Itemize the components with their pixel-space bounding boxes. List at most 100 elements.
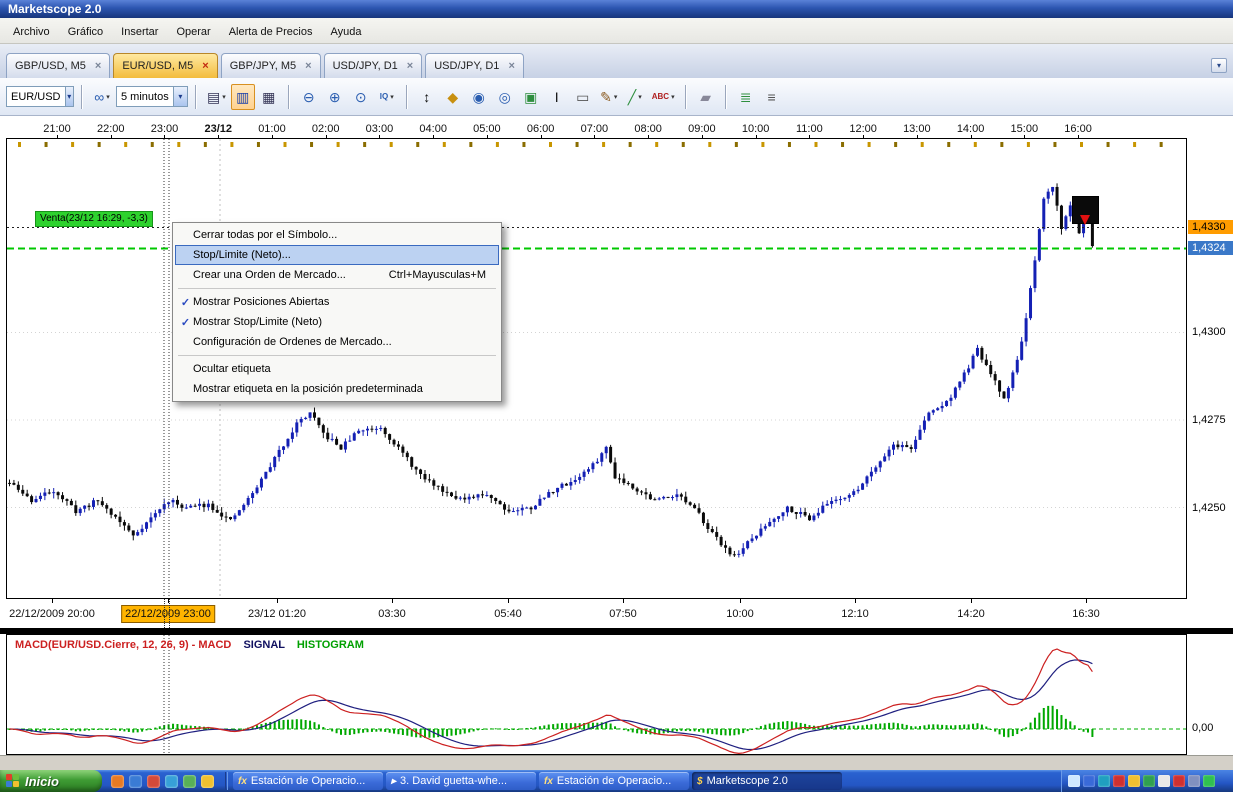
candlestick-view-button[interactable]: ▥ xyxy=(231,84,255,110)
menu-archivo[interactable]: Archivo xyxy=(4,22,59,42)
tab-close-icon[interactable]: × xyxy=(95,61,101,72)
quick-launch-icon-2[interactable] xyxy=(129,775,142,788)
menu-ayuda[interactable]: Ayuda xyxy=(321,22,370,42)
tab-label: USD/JPY, D1 xyxy=(333,60,398,72)
tab-close-icon[interactable]: × xyxy=(202,61,208,72)
web-button[interactable]: ◉ xyxy=(467,84,491,110)
tray-icon-5[interactable] xyxy=(1128,775,1140,787)
image-button[interactable]: ▣ xyxy=(519,84,543,110)
context-menu-item-configuracion-de-ordenes-de-mercado[interactable]: Configuración de Ordenes de Mercado... xyxy=(175,332,499,352)
tab-close-icon[interactable]: × xyxy=(407,61,413,72)
quick-launch-icon-5[interactable] xyxy=(183,775,196,788)
time-tick-label: 05:00 xyxy=(473,123,501,135)
list-button[interactable]: ≡ xyxy=(760,84,784,110)
dropdown-arrow-icon[interactable]: ▾ xyxy=(65,87,73,106)
tab-gbp-usd-m5[interactable]: GBP/USD, M5× xyxy=(6,53,110,78)
quick-launch-icon-3[interactable] xyxy=(147,775,160,788)
link-tool-button[interactable]: ∞▾ xyxy=(90,84,114,110)
tray-icon-1[interactable] xyxy=(1068,775,1080,787)
open-position-label[interactable]: Venta(23/12 16:29, -3,3) xyxy=(35,211,153,227)
quick-launch-icon-4[interactable] xyxy=(165,775,178,788)
menu-separator xyxy=(178,355,496,356)
context-menu-item-mostrar-posiciones-abiertas[interactable]: ✓Mostrar Posiciones Abiertas xyxy=(175,292,499,312)
line-tool-button[interactable]: ✎▾ xyxy=(597,84,621,110)
menu-item-label: Mostrar Stop/Limite (Neto) xyxy=(193,316,322,328)
context-menu-item-mostrar-stop-limite-neto[interactable]: ✓Mostrar Stop/Limite (Neto) xyxy=(175,312,499,332)
ruler-button[interactable]: ▭ xyxy=(571,84,595,110)
time-axis-label: 14:20 xyxy=(957,608,985,620)
context-menu-item-stop-limite-neto[interactable]: Stop/Limite (Neto)... xyxy=(175,245,499,265)
tab-scroll-button[interactable]: ▾ xyxy=(1211,58,1227,73)
layout-button[interactable]: ≣ xyxy=(734,84,758,110)
tray-icon-9[interactable] xyxy=(1188,775,1200,787)
axis-tick xyxy=(971,599,972,603)
tab-usd-jpy-d1[interactable]: USD/JPY, D1 × xyxy=(324,53,423,78)
sync-button[interactable]: ◎ xyxy=(493,84,517,110)
context-menu-item-crear-una-orden-de-mercado[interactable]: Crear una Orden de Mercado...Ctrl+Mayusc… xyxy=(175,265,499,285)
context-menu-item-ocultar-etiqueta[interactable]: Ocultar etiqueta xyxy=(175,359,499,379)
macd-chart-svg[interactable] xyxy=(7,635,1186,754)
tray-icon-4[interactable] xyxy=(1113,775,1125,787)
tab-gbp-jpy-m5[interactable]: GBP/JPY, M5× xyxy=(221,53,321,78)
tray-icon-6[interactable] xyxy=(1143,775,1155,787)
tab-close-icon[interactable]: × xyxy=(305,61,311,72)
symbol-combo[interactable]: EUR/USD▾ xyxy=(6,86,74,107)
timeframe-combo[interactable]: 5 minutos▾ xyxy=(116,86,188,107)
axis-tick xyxy=(508,599,509,603)
context-menu-item-mostrar-etiqueta-en-la-posicion-predeterminada[interactable]: Mostrar etiqueta en la posición predeter… xyxy=(175,379,499,399)
toolbar-separator xyxy=(685,85,687,109)
crosshair-line xyxy=(169,599,170,628)
image-button-icon: ▣ xyxy=(524,90,537,104)
tab-close-icon[interactable]: × xyxy=(508,61,514,72)
tray-icon-3[interactable] xyxy=(1098,775,1110,787)
tray-icon-8[interactable] xyxy=(1173,775,1185,787)
macd-title-main: MACD(EUR/USD.Cierre, 12, 26, 9) - MACD xyxy=(15,639,231,651)
tray-icon-2[interactable] xyxy=(1083,775,1095,787)
title-bar[interactable]: Marketscope 2.0 xyxy=(0,0,1233,18)
tray-icon-10[interactable] xyxy=(1203,775,1215,787)
time-tick-label: 10:00 xyxy=(742,123,770,135)
taskbar-task-estacion-de-operacio[interactable]: fxEstación de Operacio... xyxy=(233,772,383,790)
menu-insertar[interactable]: Insertar xyxy=(112,22,167,42)
taskbar: Inicio fxEstación de Operacio...▸3. Davi… xyxy=(0,770,1233,792)
dropdown-arrow-icon[interactable]: ▾ xyxy=(173,87,187,106)
tab-usd-jpy-d1[interactable]: USD/JPY, D1× xyxy=(425,53,524,78)
time-tick-label: 01:00 xyxy=(258,123,286,135)
context-menu-item-cerrar-todas-por-el-simbolo[interactable]: Cerrar todas por el Símbolo... xyxy=(175,225,499,245)
zoom-out-button[interactable]: ⊖ xyxy=(297,84,321,110)
dropdown-arrow-icon: ▾ xyxy=(106,93,110,101)
text-cursor-button[interactable]: I xyxy=(545,84,569,110)
dropdown-arrow-icon: ▾ xyxy=(671,93,675,101)
quick-launch-icon-6[interactable] xyxy=(201,775,214,788)
window-title: Marketscope 2.0 xyxy=(8,2,101,16)
table-view-button[interactable]: ▦ xyxy=(257,84,281,110)
tab-eur-usd-m5[interactable]: EUR/USD, M5× xyxy=(113,53,217,78)
menu-alerta-de-precios[interactable]: Alerta de Precios xyxy=(220,22,322,42)
macd-zero-label: 0,00 xyxy=(1192,722,1213,734)
shapes-tool-button[interactable]: ╱▾ xyxy=(623,84,647,110)
menu-separator xyxy=(178,288,496,289)
taskbar-task-3-david-guetta-whe[interactable]: ▸3. David guetta-whe... xyxy=(386,772,536,790)
chart-type-menu-button[interactable]: ▤▾ xyxy=(204,84,229,110)
vertical-cursor-button[interactable]: ↕ xyxy=(415,84,439,110)
macd-pane[interactable]: MACD(EUR/USD.Cierre, 12, 26, 9) - MACD S… xyxy=(6,634,1187,755)
tray-icon-7[interactable] xyxy=(1158,775,1170,787)
time-tick-label: 15:00 xyxy=(1011,123,1039,135)
quick-launch-icon-1[interactable] xyxy=(111,775,124,788)
zoom-in-button[interactable]: ⊕ xyxy=(323,84,347,110)
start-button[interactable]: Inicio xyxy=(0,770,102,792)
menu-grafico[interactable]: Gráfico xyxy=(59,22,112,42)
windows-logo-pane-2 xyxy=(13,774,19,780)
web-button-icon: ◉ xyxy=(473,90,485,104)
text-label-button[interactable]: ABC▾ xyxy=(649,84,678,110)
taskbar-task-estacion-de-operacio[interactable]: fxEstación de Operacio... xyxy=(539,772,689,790)
time-tick-label: 02:00 xyxy=(312,123,340,135)
zoom-area-button[interactable]: ⊙ xyxy=(349,84,373,110)
price-axis[interactable]: 1,43301,43241,43001,42751,4250 xyxy=(1188,138,1233,599)
magnet-button[interactable]: ◆ xyxy=(441,84,465,110)
eraser-button[interactable]: ▰ xyxy=(694,84,718,110)
menu-operar[interactable]: Operar xyxy=(167,22,219,42)
time-axis-label: 07:50 xyxy=(609,608,637,620)
taskbar-task-marketscope-2-0[interactable]: $Marketscope 2.0 xyxy=(692,772,842,790)
zoom-options-button[interactable]: IQ▾ xyxy=(375,84,399,110)
